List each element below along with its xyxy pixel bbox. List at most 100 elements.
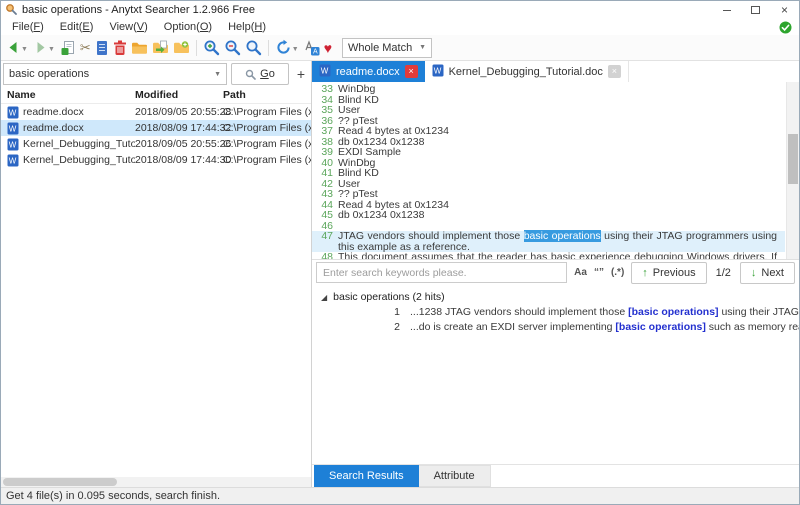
find-input[interactable] <box>316 262 567 283</box>
menu-item-help[interactable]: Help(H) <box>220 21 274 33</box>
line-text: db 0x1234 0x1238 <box>338 137 785 148</box>
previous-label: Previous <box>653 267 696 279</box>
results-group-label: basic operations (2 hits) <box>333 291 444 303</box>
collapse-triangle-icon[interactable]: ◢ <box>321 293 327 302</box>
line-text: Blind KD <box>338 168 785 179</box>
line-text: WinDbg <box>338 84 785 95</box>
line-text: Read 4 bytes at 0x1234 <box>338 126 785 137</box>
line-number: 48 <box>312 252 338 260</box>
file-path: C:\Program Files (x86)\ <box>223 106 311 118</box>
document-line: 47JTAG vendors should implement those ba… <box>312 231 785 252</box>
arrow-down-icon: ↓ <box>751 267 757 279</box>
regex-button[interactable]: (.*) <box>611 267 624 278</box>
donate-button[interactable]: ♥ <box>322 37 334 58</box>
document-tab[interactable]: WKernel_Debugging_Tutorial.doc× <box>425 61 629 82</box>
menu-item-file[interactable]: File(F) <box>4 21 52 33</box>
search-query-combobox[interactable]: basic operations ▼ <box>3 63 227 85</box>
menu-item-edit[interactable]: Edit(E) <box>52 21 102 33</box>
file-table-header: Name Modified Path <box>1 87 311 104</box>
zoom-in-button[interactable] <box>201 37 222 58</box>
forward-icon <box>33 40 48 55</box>
bottom-tab-search-results[interactable]: Search Results <box>314 465 419 487</box>
folder-button[interactable] <box>129 37 150 58</box>
document-lines: 33WinDbg34Blind KD35User36?? pTest37Read… <box>312 84 785 260</box>
file-name: Kernel_Debugging_Tutorial.... <box>23 138 135 150</box>
result-text: ...1238 JTAG vendors should implement th… <box>410 306 799 318</box>
close-icon: × <box>781 5 788 15</box>
main-area: basic operations ▼ Go + Name Modified Pa… <box>1 61 799 487</box>
previous-button[interactable]: ↑ Previous <box>631 262 706 284</box>
document-tabs: Wreadme.docx×WKernel_Debugging_Tutorial.… <box>312 61 799 82</box>
paste-icon <box>95 40 109 56</box>
scrollbar-thumb[interactable] <box>3 478 117 486</box>
folder-import-button[interactable] <box>150 37 171 58</box>
maximize-button[interactable] <box>741 1 770 19</box>
zoom-in-icon <box>203 39 220 56</box>
line-text: User <box>338 179 785 190</box>
match-word-button[interactable]: “” <box>594 267 604 278</box>
query-row: basic operations ▼ Go + <box>1 61 311 87</box>
go-button[interactable]: Go <box>231 63 289 85</box>
status-text: Get 4 file(s) in 0.095 seconds, search f… <box>6 490 220 502</box>
bottom-tab-attribute[interactable]: Attribute <box>419 465 491 487</box>
paste-button[interactable] <box>93 37 111 58</box>
next-button[interactable]: ↓ Next <box>740 262 795 284</box>
document-line: 48This document assumes that the reader … <box>312 252 785 260</box>
preview-panel: Wreadme.docx×WKernel_Debugging_Tutorial.… <box>312 61 799 487</box>
minimize-button[interactable] <box>712 1 741 19</box>
menu-item-option[interactable]: Option(O) <box>156 21 220 33</box>
forward-button[interactable]: ▼ <box>31 37 58 58</box>
results-group[interactable]: ◢ basic operations (2 hits) <box>312 290 799 305</box>
document-line: 39EXDI Sample <box>312 147 785 158</box>
file-table: Name Modified Path Wreadme.docx2018/09/0… <box>1 87 311 168</box>
horizontal-scrollbar[interactable] <box>1 477 311 487</box>
back-button[interactable]: ▼ <box>4 37 31 58</box>
file-path: C:\Program Files (x86)\ <box>223 154 311 166</box>
font-button[interactable]: A <box>302 37 322 58</box>
column-header-name[interactable]: Name <box>1 89 135 101</box>
status-ok-icon <box>779 21 792 34</box>
add-tab-button[interactable]: + <box>293 66 309 82</box>
refresh-button[interactable]: ▼ <box>273 37 302 58</box>
tab-close-icon[interactable]: × <box>608 65 621 78</box>
svg-text:W: W <box>321 66 329 75</box>
document-viewer[interactable]: 33WinDbg34Blind KD35User36?? pTest37Read… <box>312 82 799 260</box>
file-row[interactable]: Wreadme.docx2018/09/05 20:55:28C:\Progra… <box>1 104 311 120</box>
new-document-button[interactable] <box>58 37 78 58</box>
file-row[interactable]: WKernel_Debugging_Tutorial....2018/09/05… <box>1 136 311 152</box>
tab-close-icon[interactable]: × <box>405 65 418 78</box>
result-item[interactable]: 1...1238 JTAG vendors should implement t… <box>312 305 799 320</box>
file-path: C:\Program Files (x86)\ <box>223 122 311 134</box>
match-case-button[interactable]: Aa <box>574 267 587 278</box>
close-button[interactable]: × <box>770 1 799 19</box>
match-mode-select[interactable]: Whole Match ▼ <box>342 38 432 58</box>
delete-icon <box>113 40 127 56</box>
menubar: File(F)Edit(E)View(V)Option(O)Help(H) <box>1 19 799 35</box>
file-name-cell: WKernel_Debugging_Tutorial.... <box>1 138 135 151</box>
result-index: 2 <box>312 321 400 333</box>
delete-button[interactable] <box>111 37 129 58</box>
file-row[interactable]: WKernel_Debugging_Tutorial....2018/08/09… <box>1 152 311 168</box>
column-header-modified[interactable]: Modified <box>135 89 223 101</box>
vertical-scrollbar[interactable] <box>786 82 799 259</box>
scrollbar-thumb[interactable] <box>788 134 798 184</box>
column-header-path[interactable]: Path <box>223 89 311 101</box>
folder-export-button[interactable] <box>171 37 192 58</box>
file-row[interactable]: Wreadme.docx2018/08/09 17:44:32C:\Progra… <box>1 120 311 136</box>
file-name: readme.docx <box>23 122 84 134</box>
document-line: 34Blind KD <box>312 95 785 106</box>
line-text: This document assumes that the reader ha… <box>338 252 785 260</box>
titlebar: basic operations - Anytxt Searcher 1.2.9… <box>1 1 799 19</box>
zoom-out-button[interactable] <box>222 37 243 58</box>
menu-item-view[interactable]: View(V) <box>101 21 155 33</box>
document-line: 37Read 4 bytes at 0x1234 <box>312 126 785 137</box>
document-tab[interactable]: Wreadme.docx× <box>312 61 425 82</box>
arrow-up-icon: ↑ <box>642 267 648 279</box>
file-name-cell: Wreadme.docx <box>1 122 135 135</box>
back-dropdown-icon: ▼ <box>21 46 28 53</box>
document-line: 45db 0x1234 0x1238 <box>312 210 785 221</box>
maximize-icon <box>751 6 760 14</box>
result-item[interactable]: 2...do is create an EXDI server implemen… <box>312 320 799 335</box>
cut-button[interactable]: ✂ <box>78 37 93 58</box>
search-button[interactable] <box>243 37 264 58</box>
